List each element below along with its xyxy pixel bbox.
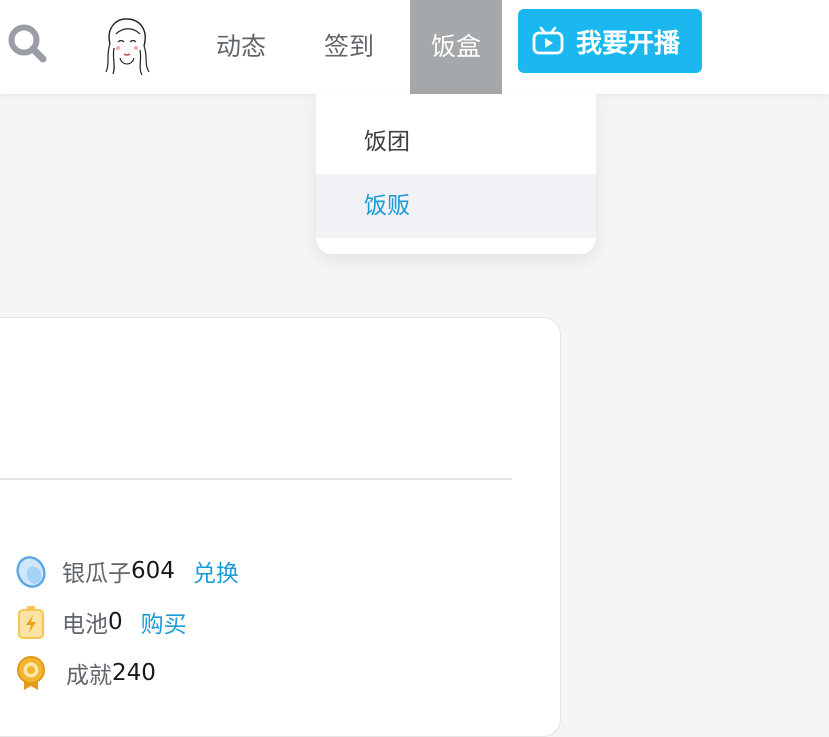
- nav-dynamic[interactable]: 动态: [213, 0, 269, 94]
- medal-icon: [17, 656, 45, 690]
- nav-fanhe[interactable]: 饭盒: [410, 0, 502, 94]
- dropdown-item-fantuan[interactable]: 饭团: [316, 110, 596, 174]
- battery-row: 电池 0 购买: [14, 604, 187, 640]
- battery-value: 0: [108, 609, 123, 635]
- achievement-label: 成就: [66, 663, 112, 689]
- nav-checkin[interactable]: 签到: [321, 0, 377, 94]
- fanhe-dropdown: 饭团 饭贩: [316, 94, 596, 254]
- buy-link[interactable]: 购买: [141, 605, 187, 639]
- battery-label: 电池: [62, 612, 108, 638]
- silver-seeds-row: 银瓜子 604 兑换: [14, 553, 239, 589]
- panel-divider: [0, 478, 512, 480]
- top-bar: 动态 签到 饭盒 我要开播: [0, 0, 829, 94]
- search-icon[interactable]: [6, 22, 48, 64]
- exchange-link[interactable]: 兑换: [193, 554, 239, 588]
- tv-icon: [532, 26, 564, 55]
- avatar[interactable]: [96, 14, 156, 76]
- achievement-value: 240: [112, 660, 156, 686]
- go-live-label: 我要开播: [576, 28, 681, 59]
- go-live-button[interactable]: 我要开播: [518, 9, 702, 73]
- achievement-row: 成就 240: [14, 655, 156, 691]
- dropdown-item-fanfan[interactable]: 饭贩: [316, 174, 596, 238]
- silver-label: 银瓜子: [62, 561, 131, 587]
- silver-value: 604: [131, 558, 175, 584]
- battery-icon: [18, 606, 44, 639]
- silver-seed-icon: [16, 556, 46, 588]
